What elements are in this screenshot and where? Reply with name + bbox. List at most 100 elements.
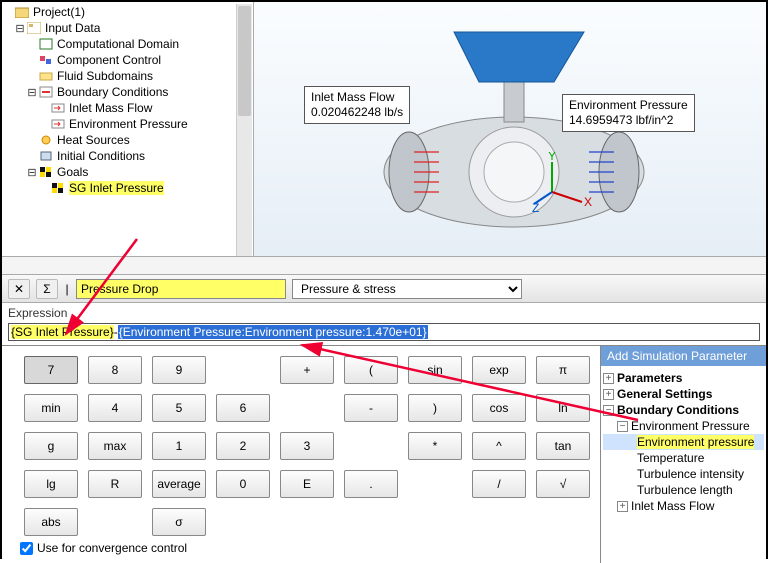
- tree-boundary[interactable]: ⊟ Boundary Conditions: [2, 84, 253, 100]
- domain-icon: [38, 37, 54, 51]
- initial-icon: [38, 149, 54, 163]
- calc-btn-tan[interactable]: tan: [536, 432, 590, 460]
- toolbar-x-icon[interactable]: ✕: [8, 279, 30, 299]
- tree-label: Initial Conditions: [57, 149, 145, 163]
- callout-title: Inlet Mass Flow: [311, 90, 403, 105]
- convergence-checkbox[interactable]: [20, 542, 33, 555]
- calc-btn-g[interactable]: g: [24, 432, 78, 460]
- calc-btn-[interactable]: ^: [472, 432, 526, 460]
- side-parameters[interactable]: +Parameters: [603, 370, 764, 386]
- heat-icon: [38, 133, 54, 147]
- calc-btn-max[interactable]: max: [88, 432, 142, 460]
- collapse-icon[interactable]: ⊟: [26, 166, 38, 179]
- calc-btn-[interactable]: ): [408, 394, 462, 422]
- calc-btn-3[interactable]: 3: [280, 432, 334, 460]
- calc-btn-lg[interactable]: lg: [24, 470, 78, 498]
- tree-label: Computational Domain: [57, 37, 179, 51]
- tree-label: Input Data: [45, 21, 100, 35]
- calc-btn-7[interactable]: 7: [24, 356, 78, 384]
- goal-name-input[interactable]: [76, 279, 286, 299]
- side-temperature[interactable]: Temperature: [603, 450, 764, 466]
- calc-btn-2[interactable]: 2: [216, 432, 270, 460]
- tree-label: Inlet Mass Flow: [69, 101, 152, 115]
- calc-btn-[interactable]: *: [408, 432, 462, 460]
- tree-root[interactable]: Project(1): [2, 4, 253, 20]
- expand-icon[interactable]: +: [603, 373, 614, 384]
- calc-btn-[interactable]: /: [472, 470, 526, 498]
- side-turb-intensity[interactable]: Turbulence intensity: [603, 466, 764, 482]
- expr-token-goal: {SG Inlet Pressure}: [11, 325, 114, 339]
- expand-icon[interactable]: +: [603, 389, 614, 400]
- calc-btn-min[interactable]: min: [24, 394, 78, 422]
- tree-label: Environment Pressure: [69, 117, 188, 131]
- bc-icon: [50, 117, 66, 131]
- calc-btn-6[interactable]: 6: [216, 394, 270, 422]
- expression-input[interactable]: {SG Inlet Pressure}-{Environment Pressur…: [8, 323, 760, 341]
- collapse-icon[interactable]: ⊟: [26, 86, 38, 99]
- calc-btn-1[interactable]: 1: [152, 432, 206, 460]
- calc-btn-[interactable]: √: [536, 470, 590, 498]
- calc-btn-0[interactable]: 0: [216, 470, 270, 498]
- calc-btn-cos[interactable]: cos: [472, 394, 526, 422]
- svg-text:X: X: [584, 195, 592, 209]
- calc-btn-[interactable]: π: [536, 356, 590, 384]
- calc-btn-abs[interactable]: abs: [24, 508, 78, 536]
- calc-btn-e[interactable]: E: [280, 470, 334, 498]
- collapse-icon[interactable]: −: [617, 421, 628, 432]
- calc-btn-9[interactable]: 9: [152, 356, 206, 384]
- calc-btn-average[interactable]: average: [152, 470, 206, 498]
- side-env-pressure-group[interactable]: −Environment Pressure: [603, 418, 764, 434]
- tree-label: Boundary Conditions: [57, 85, 168, 99]
- calc-btn-[interactable]: -: [344, 394, 398, 422]
- calc-btn-[interactable]: (: [344, 356, 398, 384]
- side-inlet-mass[interactable]: +Inlet Mass Flow: [603, 498, 764, 514]
- toolbar-sigma-icon[interactable]: Σ: [36, 279, 58, 299]
- expand-icon[interactable]: +: [617, 501, 628, 512]
- tree-input-data[interactable]: ⊟ Input Data: [2, 20, 253, 36]
- side-turb-length[interactable]: Turbulence length: [603, 482, 764, 498]
- equation-toolbar: ✕ Σ | Pressure & stress: [2, 275, 766, 303]
- dimensionality-select[interactable]: Pressure & stress: [292, 279, 522, 299]
- calc-btn-4[interactable]: 4: [88, 394, 142, 422]
- component-icon: [38, 53, 54, 67]
- model-viewport[interactable]: YXZ Inlet Mass Flow 0.020462248 lb/s Env…: [254, 2, 766, 257]
- calc-btn-ln[interactable]: ln: [536, 394, 590, 422]
- goal-icon: [50, 181, 66, 195]
- parameter-panel-title: Add Simulation Parameter: [601, 346, 766, 366]
- tree-goals[interactable]: ⊟Goals: [2, 164, 253, 180]
- tree-sg-inlet[interactable]: SG Inlet Pressure: [2, 180, 253, 196]
- bc-icon: [50, 101, 66, 115]
- calc-btn-[interactable]: .: [344, 470, 398, 498]
- tree-heat[interactable]: Heat Sources: [2, 132, 253, 148]
- calc-btn-[interactable]: σ: [152, 508, 206, 536]
- tree-comp-domain[interactable]: Computational Domain: [2, 36, 253, 52]
- tree-env-pressure[interactable]: Environment Pressure: [2, 116, 253, 132]
- side-boundary[interactable]: −Boundary Conditions: [603, 402, 764, 418]
- parameter-panel: Add Simulation Parameter +Parameters +Ge…: [600, 346, 766, 563]
- tree-inlet-mass[interactable]: Inlet Mass Flow: [2, 100, 253, 116]
- tree-fluid-sub[interactable]: Fluid Subdomains: [2, 68, 253, 84]
- collapse-icon[interactable]: ⊟: [14, 22, 26, 35]
- boundary-icon: [38, 85, 54, 99]
- svg-text:Y: Y: [548, 152, 556, 163]
- calc-btn-sin[interactable]: sin: [408, 356, 462, 384]
- fluid-icon: [38, 69, 54, 83]
- tree-label: Heat Sources: [57, 133, 130, 147]
- expression-label: Expression: [2, 303, 766, 323]
- side-general[interactable]: +General Settings: [603, 386, 764, 402]
- calculator-pad: 789 + ( sinexpπ min 456 -) cosln gmax 123 * ^ tan lg R…: [2, 346, 600, 563]
- collapse-icon[interactable]: −: [603, 405, 614, 416]
- calc-btn-[interactable]: +: [280, 356, 334, 384]
- toolbar-sep-icon: |: [64, 279, 70, 299]
- expr-token-param: {Environment Pressure:Environment pressu…: [118, 325, 428, 339]
- calc-btn-r[interactable]: R: [88, 470, 142, 498]
- convergence-label: Use for convergence control: [37, 541, 187, 555]
- calc-btn-8[interactable]: 8: [88, 356, 142, 384]
- tree-scrollbar[interactable]: [236, 4, 252, 256]
- side-env-pressure[interactable]: Environment pressure: [603, 434, 764, 450]
- calc-btn-5[interactable]: 5: [152, 394, 206, 422]
- tree-comp-control[interactable]: Component Control: [2, 52, 253, 68]
- calc-btn-exp[interactable]: exp: [472, 356, 526, 384]
- tree-initial[interactable]: Initial Conditions: [2, 148, 253, 164]
- callout-value: 14.6959473 lbf/in^2: [569, 113, 688, 128]
